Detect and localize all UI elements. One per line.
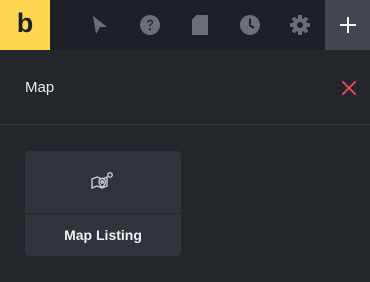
builder-panel: b Map Map Listing xyxy=(0,0,370,282)
page-icon[interactable] xyxy=(175,0,225,50)
map-pin-icon xyxy=(25,165,181,199)
close-icon[interactable] xyxy=(338,77,360,99)
element-search[interactable]: Map xyxy=(0,50,370,125)
cursor-icon[interactable] xyxy=(75,0,125,50)
top-toolbar: b xyxy=(0,0,370,50)
plus-icon[interactable] xyxy=(325,0,370,50)
search-input[interactable]: Map xyxy=(25,79,54,97)
gear-icon[interactable] xyxy=(275,0,325,50)
help-icon[interactable] xyxy=(125,0,175,50)
app-logo[interactable]: b xyxy=(0,0,50,50)
history-icon[interactable] xyxy=(225,0,275,50)
element-card-map-listing[interactable]: Map Listing xyxy=(25,151,181,256)
card-divider xyxy=(25,213,181,214)
element-card-label: Map Listing xyxy=(64,227,142,243)
